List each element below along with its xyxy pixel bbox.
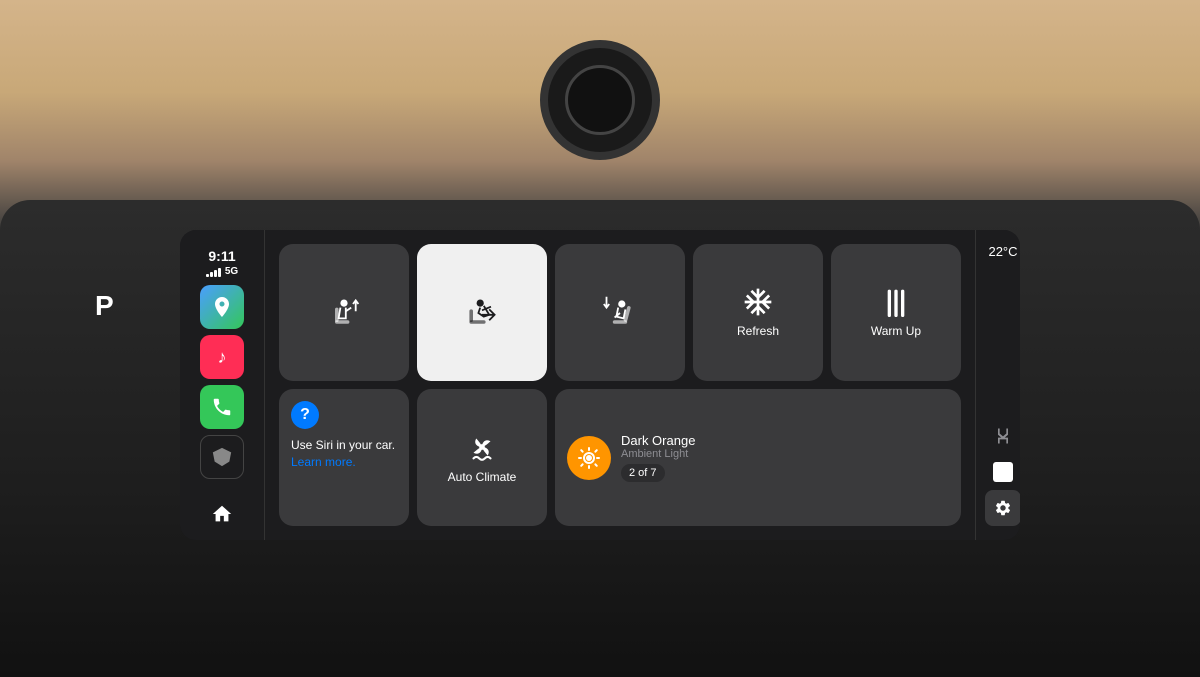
ambient-type: Ambient Light	[621, 448, 949, 460]
refresh-card[interactable]: Refresh	[693, 244, 823, 381]
signal-bar-1	[206, 274, 209, 277]
ambient-counter: 2 of 7	[621, 464, 665, 482]
warmup-label: Warm Up	[871, 324, 921, 338]
sidebar-item-home[interactable]	[197, 489, 247, 539]
signal-bars	[206, 267, 221, 277]
signal-row: 5G	[206, 266, 238, 277]
status-bar: 9:11 5G	[180, 240, 264, 281]
ambient-color-circle	[567, 436, 611, 480]
gear-indicator: P	[95, 290, 114, 322]
ambient-sun-icon	[577, 446, 601, 470]
sidebar: 9:11 5G ♪	[180, 230, 265, 540]
seat-forward-card[interactable]	[279, 244, 409, 381]
gauge-inner	[565, 65, 635, 135]
sidebar-nav	[180, 483, 264, 540]
siri-learn-more-link[interactable]: Learn more.	[291, 455, 356, 469]
climate-icon	[465, 430, 499, 464]
phone-app-icon[interactable]	[200, 385, 244, 429]
signal-bar-4	[218, 268, 221, 277]
ambient-color-name: Dark Orange	[621, 433, 949, 448]
auto-climate-card[interactable]: Auto Climate	[417, 389, 547, 526]
porsche-app-icon[interactable]	[200, 435, 244, 479]
time-display: 9:11	[208, 248, 235, 264]
siri-question-icon: ?	[291, 401, 319, 429]
right-panel: 22°C	[975, 230, 1020, 540]
settings-button[interactable]	[985, 490, 1020, 526]
signal-bar-2	[210, 272, 213, 277]
signal-bar-3	[214, 270, 217, 277]
seat-active-card[interactable]	[417, 244, 547, 381]
seat-controls-icon[interactable]	[985, 418, 1020, 454]
refresh-label: Refresh	[737, 324, 779, 338]
heat-icon	[880, 286, 912, 318]
ambient-info: Dark Orange Ambient Light 2 of 7	[621, 433, 949, 482]
warmup-card[interactable]: Warm Up	[831, 244, 961, 381]
temperature-display: 22°C	[988, 244, 1017, 259]
display-toggle-button[interactable]	[993, 462, 1013, 482]
climate-label: Auto Climate	[448, 470, 517, 484]
seat-recline-card[interactable]	[555, 244, 685, 381]
siri-card[interactable]: ? Use Siri in your car. Learn more.	[279, 389, 409, 526]
ambient-light-card[interactable]: Dark Orange Ambient Light 2 of 7	[555, 389, 961, 526]
gauge-cluster	[540, 40, 660, 160]
network-type: 5G	[225, 266, 238, 277]
main-screen: 9:11 5G ♪	[180, 230, 1020, 540]
siri-main-text: Use Siri in your car.	[291, 438, 395, 452]
siri-text: Use Siri in your car. Learn more.	[291, 437, 395, 471]
content-area: Refresh Warm Up ? Use Siri in your car. …	[265, 230, 975, 540]
right-panel-controls	[985, 418, 1020, 526]
music-app-icon[interactable]: ♪	[200, 335, 244, 379]
app-icons: ♪	[180, 281, 264, 483]
snowflake-icon	[742, 286, 774, 318]
maps-app-icon[interactable]	[200, 285, 244, 329]
car-top-dashboard	[0, 0, 1200, 230]
